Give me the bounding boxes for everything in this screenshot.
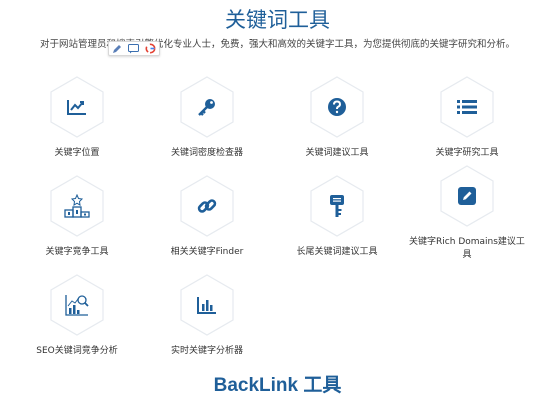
question-icon	[310, 76, 364, 138]
comment-icon[interactable]	[127, 43, 141, 55]
page-subtitle: 对于网站管理员和搜索引擎优化专业人士，免费，强大和高效的关键字工具，为您提供彻底…	[39, 39, 515, 50]
hex-badge	[180, 274, 234, 336]
pencil-icon[interactable]	[110, 43, 124, 55]
hex-badge	[180, 175, 234, 237]
analytics-icon	[50, 274, 104, 336]
tool-keyword-research[interactable]: 关键字研究工具	[402, 76, 532, 160]
hex-badge	[50, 175, 104, 237]
tool-label: 关键字竞争工具	[45, 247, 109, 257]
tool-rich-domains-suggestion[interactable]: 关键字Rich Domains建议工具	[402, 165, 532, 262]
long-key-icon	[310, 175, 364, 237]
tool-label: 相关关键字Finder	[170, 247, 244, 257]
tool-label: 关键字位置	[54, 148, 100, 158]
edit-icon	[440, 165, 494, 227]
trending-chart-icon	[50, 76, 104, 138]
podium-icon	[50, 175, 104, 237]
google-icon[interactable]	[144, 43, 158, 55]
tool-label: 实时关键字分析器	[170, 346, 243, 356]
hex-badge	[180, 76, 234, 138]
tool-label: 关键词建议工具	[305, 148, 369, 158]
hex-badge	[50, 76, 104, 138]
tool-seo-competition-analysis[interactable]: SEO关键词竞争分析	[12, 274, 142, 358]
page-title: 关键词工具	[225, 8, 330, 32]
hex-badge	[440, 76, 494, 138]
tool-label: SEO关键词竞争分析	[36, 346, 118, 356]
tool-long-tail-keyword[interactable]: 长尾关键词建议工具	[272, 175, 402, 259]
list-icon	[440, 76, 494, 138]
key-icon	[180, 76, 234, 138]
tool-label: 关键词密度检查器	[170, 148, 243, 158]
link-icon	[180, 175, 234, 237]
backlink-section-title: BackLink 工具	[213, 375, 342, 396]
hex-badge	[310, 76, 364, 138]
tool-keyword-position[interactable]: 关键字位置	[12, 76, 142, 160]
bar-chart-icon	[180, 274, 234, 336]
tool-keyword-density[interactable]: 关键词密度检查器	[142, 76, 272, 160]
hex-badge	[440, 165, 494, 227]
tool-label: 长尾关键词建议工具	[296, 247, 378, 257]
tool-keyword-competition[interactable]: 关键字竞争工具	[12, 175, 142, 259]
tool-related-keyword-finder[interactable]: 相关关键字Finder	[142, 175, 272, 259]
tool-label: 关键字研究工具	[435, 148, 499, 158]
grammar-extension-toolbar[interactable]	[108, 41, 160, 56]
hex-badge	[310, 175, 364, 237]
tool-label: 关键字Rich Domains建议工具	[409, 237, 525, 260]
tool-keyword-suggestion[interactable]: 关键词建议工具	[272, 76, 402, 160]
tool-realtime-keyword-analyzer[interactable]: 实时关键字分析器	[142, 274, 272, 358]
hex-badge	[50, 274, 104, 336]
